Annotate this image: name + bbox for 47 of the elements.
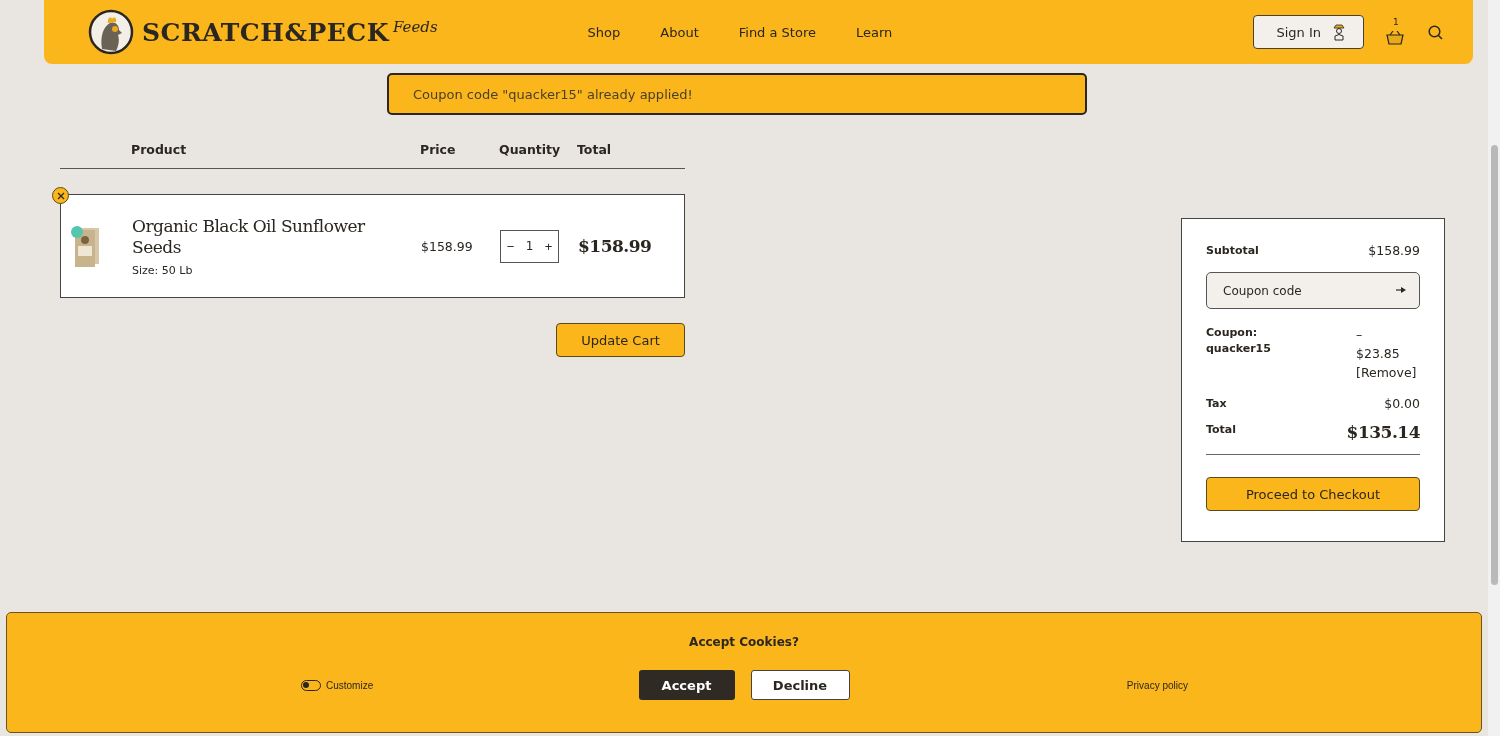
subtotal-value: $158.99: [1368, 243, 1420, 258]
search-icon[interactable]: [1428, 24, 1443, 40]
coupon-label: Coupon: quacker15: [1206, 325, 1272, 357]
rooster-logo-icon: [88, 9, 134, 55]
cookie-title: Accept Cookies?: [689, 635, 799, 649]
decline-button[interactable]: Decline: [750, 670, 850, 700]
product-name[interactable]: Organic Black Oil Sunflower Seeds: [132, 215, 372, 258]
checkout-button[interactable]: Proceed to Checkout: [1206, 477, 1420, 511]
product-price: $158.99: [421, 238, 474, 254]
decrease-button[interactable]: −: [506, 238, 515, 254]
nav-link[interactable]: Learn: [855, 24, 893, 40]
privacy-link[interactable]: Privacy policy: [1126, 679, 1188, 691]
customize-toggle[interactable]: Customize: [301, 679, 374, 691]
close-icon: [56, 191, 65, 200]
total-value: $135.14: [1346, 422, 1420, 442]
logo-wordmark: SCRATCH&PECK: [142, 17, 389, 47]
quantity-value[interactable]: 1: [525, 239, 534, 253]
basket-icon: [1386, 31, 1404, 45]
increase-button[interactable]: +: [544, 238, 553, 254]
coupon-field[interactable]: Coupon code: [1206, 272, 1420, 309]
column-header: Price: [420, 142, 457, 159]
subtotal-label: Subtotal: [1206, 243, 1259, 259]
logo-script: Feeds: [392, 18, 438, 36]
product-size: Size: 50 Lb: [132, 263, 194, 277]
remove-item-button[interactable]: [52, 187, 69, 204]
accept-button[interactable]: Accept: [638, 670, 735, 700]
tax-value: $0.00: [1384, 396, 1420, 411]
update-cart-button[interactable]: Update Cart: [556, 323, 685, 357]
farmer-icon: [1333, 23, 1345, 41]
remove-coupon-link[interactable]: [Remove]: [1356, 363, 1420, 382]
column-header: Total: [577, 142, 613, 159]
column-header: Quantity: [499, 142, 562, 159]
line-total: $158.99: [578, 236, 653, 256]
cart-count: 1: [1393, 17, 1399, 27]
total-label: Total: [1206, 422, 1237, 438]
tax-label: Tax: [1206, 396, 1227, 412]
column-header: Product: [131, 142, 188, 159]
discount-sign: –: [1356, 326, 1364, 344]
nav-link[interactable]: Shop: [587, 24, 621, 40]
nav-link[interactable]: Find a Store: [738, 24, 816, 40]
scrollbar[interactable]: [1488, 0, 1500, 736]
coupon-notice: Coupon code "quacker15" already applied!: [387, 73, 1087, 115]
nav-link[interactable]: About: [660, 24, 699, 40]
sign-in-button[interactable]: Sign In: [1253, 15, 1364, 49]
arrow-icon[interactable]: [1396, 286, 1406, 294]
discount-value: $23.85: [1356, 345, 1401, 363]
cart-button[interactable]: 1: [1386, 19, 1406, 45]
